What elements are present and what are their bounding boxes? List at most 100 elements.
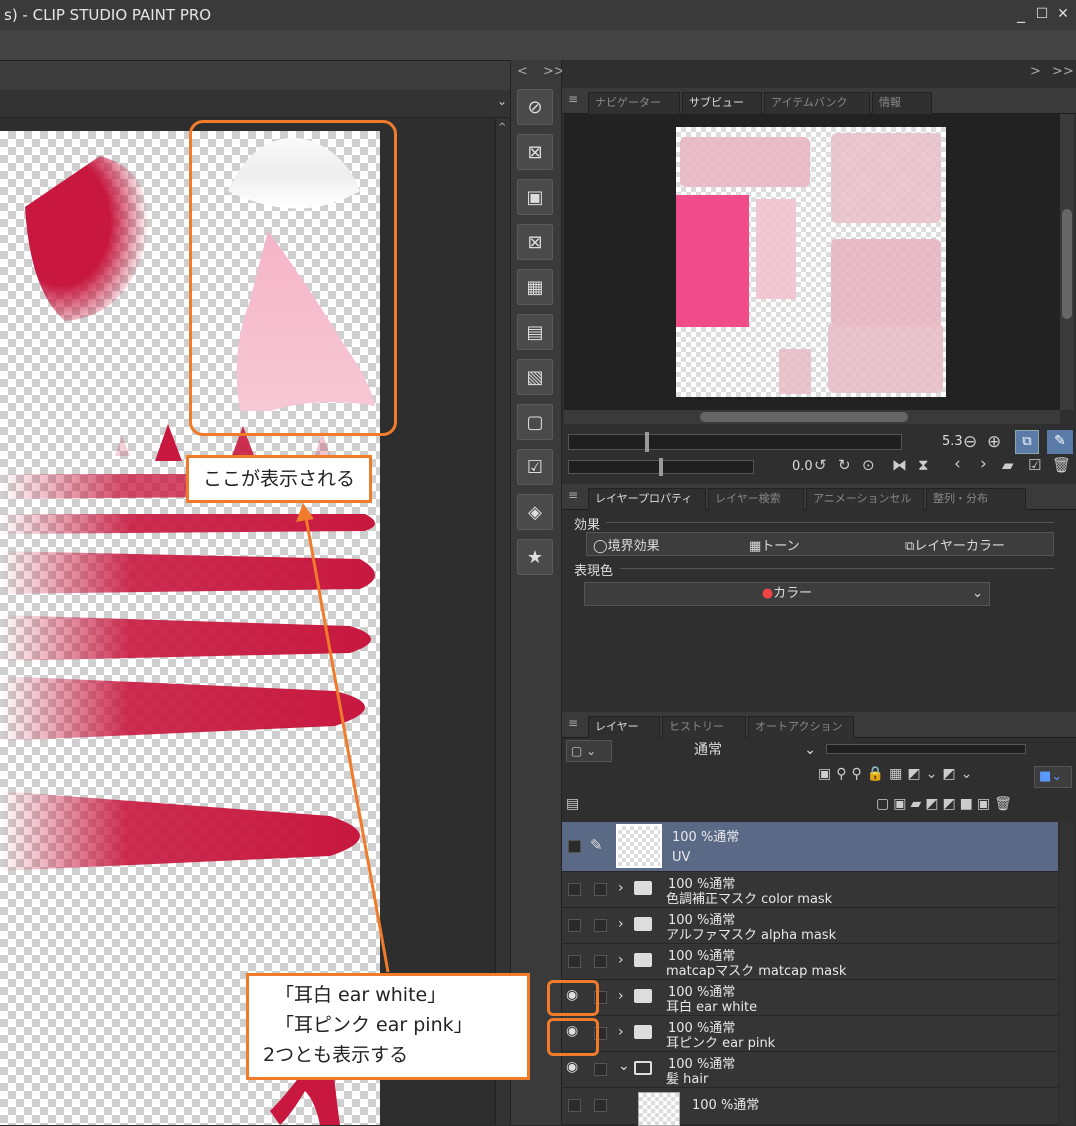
zoom-slider[interactable] — [568, 432, 902, 452]
rotation-slider[interactable] — [568, 458, 754, 476]
blend-mode-select[interactable]: 通常 ⌄ — [620, 740, 818, 762]
layer-list-scrollbar[interactable] — [1060, 822, 1074, 1125]
layer-row-color-mask[interactable]: › 100 %通常 色調補正マスク color mask — [562, 872, 1058, 908]
subview-vscrollbar[interactable] — [1060, 114, 1074, 410]
layer-list-toggle-icon[interactable]: ▤ — [566, 796, 579, 812]
layer-color-button[interactable]: ⧉レイヤーカラー — [905, 535, 1005, 554]
tone-layer-icon[interactable]: ▦ — [517, 269, 553, 305]
edit-checkbox[interactable] — [594, 919, 607, 932]
zoom-value: 5.3 — [942, 434, 963, 449]
chevron-right-icon[interactable]: › — [618, 916, 624, 932]
layer-type-select[interactable]: ▢ ⌄ — [566, 740, 612, 762]
new-layer-icon[interactable]: ▣ — [517, 179, 553, 215]
layer-row-uv[interactable]: ✎ 100 %通常 UV — [562, 822, 1058, 872]
tab-subview[interactable]: サブビュー — [682, 92, 762, 114]
prev-image-icon[interactable]: ‹ — [954, 454, 961, 474]
copy-layer-icon[interactable]: ▢ — [517, 404, 553, 440]
layer-row-matcap-mask[interactable]: › 100 %通常 matcapマスク matcap mask — [562, 944, 1058, 980]
collapse-left-icon[interactable]: < — [517, 64, 528, 79]
chevron-right-icon[interactable]: › — [618, 952, 624, 968]
tab-navigator[interactable]: ナビゲーター — [588, 92, 680, 114]
red-blob-shape — [25, 156, 149, 321]
visibility-checkbox[interactable] — [568, 955, 581, 968]
layer-action-icons[interactable]: ▢▣▰◩◩■▣🗑 — [876, 796, 1016, 812]
color-select[interactable]: ●カラー ⌄ — [584, 582, 990, 606]
tab-info[interactable]: 情報 — [872, 92, 932, 114]
tone-button[interactable]: ▦トーン — [749, 535, 800, 554]
layer-row-ear-white[interactable]: ◉ › 100 %通常 耳白 ear white — [562, 980, 1058, 1016]
menu-icon[interactable]: ≡ — [568, 488, 578, 502]
zoom-in-icon[interactable]: ⊕ — [987, 432, 1001, 452]
chevron-right-icon[interactable]: › — [618, 988, 624, 1004]
tab-animation-cel[interactable]: アニメーションセル — [806, 488, 924, 510]
open-folder-icon[interactable]: ▰ — [1002, 456, 1014, 474]
subview-hscroll-thumb[interactable] — [700, 412, 908, 422]
minimize-button[interactable]: _ — [1012, 4, 1030, 24]
layer-opacity: 100 %通常 — [692, 1098, 760, 1113]
edit-checkbox[interactable] — [594, 883, 607, 896]
zoom-slider-handle[interactable] — [645, 432, 649, 452]
tab-history[interactable]: ヒストリー — [662, 716, 746, 738]
frame-layer-icon[interactable]: ▤ — [517, 314, 553, 350]
subview-hscrollbar[interactable] — [564, 410, 1060, 424]
maximize-button[interactable]: ☐ — [1033, 4, 1051, 24]
panel-expand-icon[interactable]: >> — [1052, 64, 1074, 79]
trash-icon[interactable]: 🗑 — [1052, 456, 1071, 474]
delete-icon[interactable]: ⊠ — [517, 224, 553, 260]
visibility-checkbox[interactable] — [568, 840, 581, 853]
chevron-down-icon[interactable]: ⌄ — [618, 1058, 630, 1074]
layer-color-swatch[interactable]: ■⌄ — [1034, 766, 1072, 788]
next-image-icon[interactable]: › — [980, 454, 987, 474]
tab-item-bank[interactable]: アイテムバンク — [764, 92, 870, 114]
clear-layer-icon[interactable]: ⊠ — [517, 134, 553, 170]
eye-icon[interactable]: ◉ — [566, 1059, 578, 1075]
zoom-out-icon[interactable]: ⊖ — [963, 432, 977, 452]
flip-vertical-icon[interactable]: ⧗ — [918, 456, 929, 474]
edit-icon[interactable]: ☑ — [1028, 456, 1041, 474]
tab-layer-property[interactable]: レイヤープロパティ — [588, 488, 706, 510]
edit-layer-icon[interactable]: ☑ — [517, 449, 553, 485]
chevron-down-icon: ⌄ — [972, 586, 983, 601]
eyedropper-icon[interactable]: ✎ — [1047, 430, 1073, 454]
layer-row-hair[interactable]: ◉ ⌄ 100 %通常 髪 hair — [562, 1052, 1058, 1088]
tab-layer-search[interactable]: レイヤー検索 — [708, 488, 804, 510]
chevron-right-icon[interactable]: › — [618, 1024, 624, 1040]
layer-tab-bar: ≡ レイヤー ヒストリー オートアクション — [562, 712, 1076, 738]
selection-layer-icon[interactable]: ▧ — [517, 359, 553, 395]
edit-checkbox[interactable] — [594, 955, 607, 968]
tab-auto-action[interactable]: オートアクション — [748, 716, 854, 738]
layer-row-ear-pink[interactable]: ◉ › 100 %通常 耳ピンク ear pink — [562, 1016, 1058, 1052]
favorite-icon[interactable]: ★ — [517, 539, 553, 575]
panel-collapse-icon[interactable]: > — [1030, 64, 1041, 79]
reset-rotation-icon[interactable]: ⊙ — [862, 456, 875, 474]
close-button[interactable]: ✕ — [1054, 4, 1072, 24]
edit-checkbox[interactable] — [594, 1099, 607, 1112]
flip-horizontal-icon[interactable]: ⧓ — [892, 456, 907, 474]
layer-row-hair-child[interactable]: 100 %通常 — [562, 1088, 1058, 1126]
visibility-checkbox[interactable] — [568, 1099, 581, 1112]
chevron-down-icon[interactable]: ⌄ — [497, 94, 507, 108]
scroll-up-icon[interactable]: ^ — [498, 122, 506, 133]
layer-lock-icons[interactable]: ▣⚲⚲🔒▦◩⌄◩⌄ — [818, 766, 977, 782]
opacity-slider[interactable] — [826, 744, 1026, 754]
fit-view-icon[interactable]: ⧉ — [1015, 430, 1039, 454]
border-effect-button[interactable]: ◯境界効果 — [593, 535, 660, 554]
menu-icon[interactable]: ≡ — [568, 716, 578, 730]
layer-opacity: 100 %通常 — [672, 830, 740, 845]
menu-icon[interactable]: ≡ — [568, 92, 578, 106]
layer-row-alpha-mask[interactable]: › 100 %通常 アルファマスク alpha mask — [562, 908, 1058, 944]
tab-align[interactable]: 整列・分布 — [926, 488, 1026, 510]
effect-heading: 効果 — [574, 518, 601, 533]
rotate-right-icon[interactable]: ↻ — [838, 456, 851, 474]
chevron-right-icon[interactable]: › — [618, 880, 624, 896]
bottom-callout-line2: 「耳ピンク ear pink」 — [275, 1014, 473, 1036]
rotation-slider-handle[interactable] — [659, 458, 663, 476]
3d-layer-icon[interactable]: ◈ — [517, 494, 553, 530]
visibility-checkbox[interactable] — [568, 919, 581, 932]
visibility-checkbox[interactable] — [568, 883, 581, 896]
rotate-left-icon[interactable]: ↺ — [814, 456, 827, 474]
zoom-tool-icon[interactable]: ⊘ — [517, 89, 553, 125]
subview-vscroll-thumb[interactable] — [1062, 209, 1072, 319]
tab-layer[interactable]: レイヤー — [588, 716, 660, 738]
edit-checkbox[interactable] — [594, 1063, 607, 1076]
